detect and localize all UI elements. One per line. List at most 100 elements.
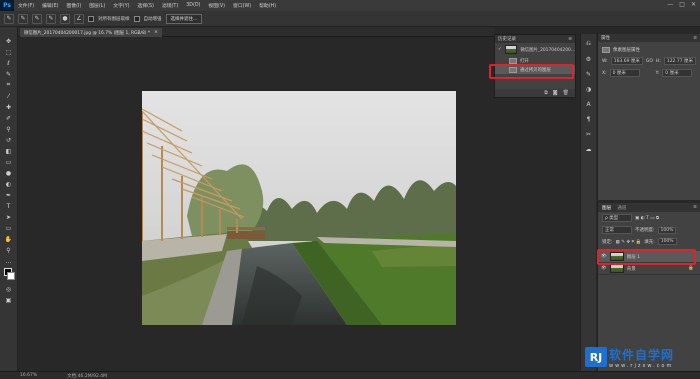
healing-brush-icon[interactable]: ✚: [3, 103, 15, 111]
watermark-text: 软件自学网 www.rjzxw.com: [609, 346, 674, 369]
menu-type[interactable]: 文字(Y): [109, 2, 133, 9]
history-panel-title: 历史记录: [498, 37, 516, 42]
menu-edit[interactable]: 编辑(E): [38, 2, 62, 9]
tab-layers[interactable]: 图层: [602, 205, 611, 211]
lasso-tool-icon[interactable]: ℓ: [3, 59, 15, 67]
x-field[interactable]: 0 厘米: [609, 69, 640, 77]
move-tool-icon[interactable]: ✥: [3, 37, 15, 45]
add-to-selection-icon[interactable]: ✎: [32, 13, 42, 24]
brush-size-icon[interactable]: ●: [60, 13, 70, 24]
brush-tool-icon[interactable]: ✐: [3, 114, 15, 122]
y-field[interactable]: 0 厘米: [662, 69, 693, 77]
link-icon[interactable]: GO: [646, 59, 653, 64]
zoom-tool-icon[interactable]: ⚲: [3, 246, 15, 254]
minimize-button[interactable]: —: [667, 1, 673, 8]
history-brush-icon[interactable]: ↺: [3, 136, 15, 144]
new-document-from-state-icon[interactable]: ⧉: [544, 90, 548, 96]
menu-select[interactable]: 选择(S): [134, 2, 158, 9]
pen-tool-icon[interactable]: ✒: [3, 191, 15, 199]
clone-stamp-icon[interactable]: ⚲: [3, 125, 15, 133]
shape-tool-icon[interactable]: ▭: [3, 224, 15, 232]
subtract-selection-icon[interactable]: ✎: [46, 13, 56, 24]
blur-tool-icon[interactable]: ●: [3, 169, 15, 177]
camera-snapshot-icon[interactable]: ◙: [553, 90, 558, 96]
document-tab[interactable]: 微信图片_20170404200017.jpg @ 16.7% (图层 1, R…: [20, 28, 162, 37]
marquee-tool-icon[interactable]: ⬚: [3, 48, 15, 56]
highlight-box-layer: [597, 249, 696, 265]
menu-file[interactable]: 文件(F): [14, 2, 38, 9]
tools-preset-icon[interactable]: ✂: [586, 131, 591, 138]
menu-layer[interactable]: 图层(L): [85, 2, 109, 9]
path-select-icon[interactable]: ➤: [3, 213, 15, 221]
auto-enhance-checkbox[interactable]: [133, 15, 140, 22]
type-tool-icon[interactable]: T: [3, 202, 15, 210]
menu-help[interactable]: 帮助(H): [255, 2, 280, 9]
filter-icons[interactable]: ▣ ◐ T ▭ ⧉: [635, 215, 659, 221]
delete-state-icon[interactable]: 🗑: [563, 90, 569, 96]
select-and-mask-button[interactable]: 选择并遮住...: [165, 13, 203, 24]
libraries-icon[interactable]: ☁: [586, 146, 592, 153]
blend-mode-select[interactable]: 正常: [602, 226, 632, 234]
crop-tool-icon[interactable]: ⌗: [3, 81, 15, 89]
height-field[interactable]: 122.77 厘米: [663, 57, 697, 65]
document-canvas-image[interactable]: [142, 91, 456, 325]
site-watermark: RJ 软件自学网 www.rjzxw.com: [585, 345, 697, 369]
visibility-eye-icon[interactable]: 👁: [601, 266, 607, 271]
layers-panel-tabs: 图层 通道 ≡: [598, 203, 700, 212]
zoom-level[interactable]: 16.67%: [20, 373, 37, 378]
close-tab-icon[interactable]: ×: [154, 30, 158, 35]
quick-select-tool-icon[interactable]: ✎: [4, 13, 14, 24]
properties-panel-icon[interactable]: ⚙: [586, 56, 591, 63]
menu-image[interactable]: 图像(I): [62, 2, 85, 9]
history-panel-header: 历史记录 ≡: [495, 35, 575, 43]
new-selection-icon[interactable]: ✎: [18, 13, 28, 24]
opacity-field[interactable]: 100%: [657, 226, 677, 234]
hand-tool-icon[interactable]: ✋: [3, 235, 15, 243]
brush-panel-icon[interactable]: ✎: [586, 71, 591, 78]
layer-filter-row: ρ 类型 ▣ ◐ T ▭ ⧉: [598, 212, 700, 224]
more-tools-icon[interactable]: …: [3, 257, 15, 265]
history-snapshot[interactable]: ✓ 微信图片_20170404200...: [495, 43, 575, 56]
menu-3d[interactable]: 3D(D): [182, 3, 204, 8]
menu-window[interactable]: 窗口(W): [229, 2, 255, 9]
width-field[interactable]: 163.69 厘米: [610, 57, 643, 65]
adjustments-icon[interactable]: ◑: [586, 86, 591, 93]
layer-name: 背景: [626, 266, 636, 272]
history-item-label: 打开: [520, 58, 529, 64]
eraser-tool-icon[interactable]: ◧: [3, 147, 15, 155]
history-panel-icon[interactable]: ⎌: [586, 40, 591, 48]
document-tab-title: 微信图片_20170404200017.jpg @ 16.7% (图层 1, R…: [24, 30, 151, 36]
layer-kind-filter[interactable]: ρ 类型: [602, 214, 632, 222]
history-footer: ⧉ ◙ 🗑: [495, 89, 575, 97]
fill-field[interactable]: 100%: [657, 238, 677, 245]
lock-icons[interactable]: ▦ ✎ ✥ ⌗ 🔒: [616, 239, 642, 245]
panel-menu-icon[interactable]: ≡: [693, 205, 700, 210]
character-panel-icon[interactable]: A: [586, 101, 590, 108]
menu-view[interactable]: 视图(V): [204, 2, 229, 9]
watermark-logo: RJ: [585, 347, 607, 367]
maximize-button[interactable]: □: [679, 1, 685, 8]
panel-menu-icon[interactable]: ≡: [693, 36, 697, 41]
document-tab-bar: 微信图片_20170404200017.jpg @ 16.7% (图层 1, R…: [18, 27, 494, 37]
sample-all-layers-checkbox[interactable]: [88, 15, 94, 22]
dodge-tool-icon[interactable]: ◐: [3, 180, 15, 188]
panel-menu-icon[interactable]: ≡: [568, 37, 572, 42]
opacity-label: 不透明度:: [635, 228, 655, 233]
color-swatches-icon[interactable]: [3, 268, 15, 282]
brush-angle-icon[interactable]: ∠: [74, 13, 84, 24]
properties-panel: 属性 ≡ 像素图层属性 W: 163.69 厘米 GO H: 122.77 厘米…: [597, 34, 700, 200]
paragraph-panel-icon[interactable]: ¶: [587, 116, 591, 123]
tab-channels[interactable]: 通道: [617, 205, 626, 211]
pixel-layer-properties: 像素图层属性: [598, 45, 700, 55]
brush-source-icon[interactable]: ✓: [498, 47, 502, 52]
screen-mode-icon[interactable]: ▣: [3, 296, 15, 304]
quick-mask-icon[interactable]: ◎: [3, 285, 15, 293]
quick-selection-tool-icon[interactable]: ✎: [3, 70, 15, 78]
document-size: 文档:46.2M/92.4M: [67, 373, 108, 379]
menu-filter[interactable]: 滤镜(T): [158, 2, 182, 9]
gradient-tool-icon[interactable]: ▭: [3, 158, 15, 166]
eyedropper-tool-icon[interactable]: ⁄: [3, 92, 15, 100]
pixel-layer-icon: [602, 47, 610, 53]
close-button[interactable]: ✕: [691, 1, 696, 8]
menu-bar: Ps 文件(F) 编辑(E) 图像(I) 图层(L) 文字(Y) 选择(S) 滤…: [0, 0, 700, 11]
